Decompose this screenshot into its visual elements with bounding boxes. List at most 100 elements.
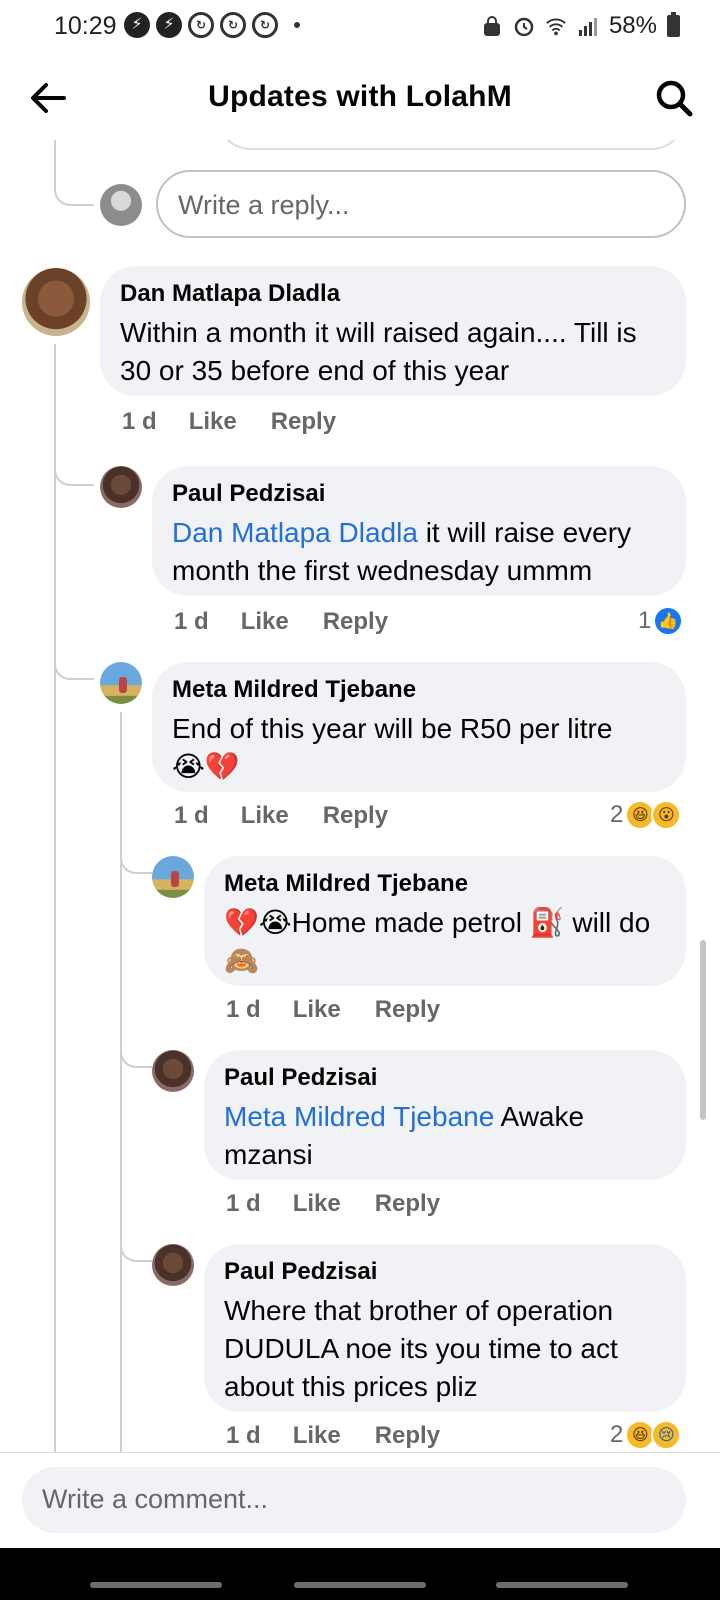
- comments-thread: Write a reply... Dan Matlapa Dladla With…: [0, 140, 720, 1480]
- system-icons: 58%: [481, 12, 680, 40]
- comment-text: Within a month it will raised again.... …: [120, 317, 637, 386]
- app-header: Updates with LolahM: [0, 56, 720, 140]
- comment-timestamp[interactable]: 1 d: [226, 1422, 261, 1450]
- system-nav-bar: [0, 1548, 720, 1600]
- comment-actions: 1 d Like Reply: [226, 1422, 474, 1450]
- fuel-pump-emoji: ⛽: [529, 907, 565, 938]
- thread-connector: [54, 640, 94, 680]
- comment-timestamp[interactable]: 1 d: [226, 1190, 261, 1218]
- comment-actions: 1 d Like Reply: [174, 802, 422, 830]
- comment-author[interactable]: Paul Pedzisai: [224, 1258, 666, 1286]
- reply-button[interactable]: Reply: [375, 1190, 440, 1218]
- comment-text: 💔😭Home made petrol ⛽ will do 🙈: [224, 904, 666, 980]
- reply-button[interactable]: Reply: [375, 1422, 440, 1450]
- like-button[interactable]: Like: [241, 802, 289, 830]
- comment-bubble[interactable]: Meta Mildred Tjebane 💔😭Home made petrol …: [204, 856, 686, 986]
- reaction-summary[interactable]: 1 👍: [638, 606, 684, 636]
- comment-text: End of this year will be R50 per litre 😭…: [172, 710, 666, 786]
- avatar: [100, 466, 142, 508]
- crying-emoji: 😭: [258, 907, 292, 938]
- comment-author[interactable]: Meta Mildred Tjebane: [172, 676, 666, 704]
- lock-icon: [483, 16, 500, 36]
- avatar: [22, 268, 90, 336]
- comment-timestamp[interactable]: 1 d: [174, 802, 209, 830]
- reply-button[interactable]: Reply: [375, 996, 440, 1024]
- comment-text: Meta Mildred Tjebane Awake mzansi: [224, 1098, 666, 1174]
- crying-emoji: 😭: [172, 751, 205, 782]
- signal-icon: [578, 18, 597, 36]
- comment-input[interactable]: Write a comment...: [22, 1467, 686, 1533]
- status-bar: 10:29 ⚡ ⚡ ↻ ↻ ↻ 58%: [0, 0, 720, 56]
- thread-connector: [54, 440, 94, 486]
- comment-bubble[interactable]: Paul Pedzisai Where that brother of oper…: [204, 1244, 686, 1412]
- broken-heart-emoji: 💔: [204, 751, 240, 782]
- nav-recents-button[interactable]: [90, 1582, 222, 1588]
- reply-button[interactable]: Reply: [323, 608, 388, 636]
- like-button[interactable]: Like: [293, 1422, 341, 1450]
- wow-reaction-icon: 😮: [651, 800, 682, 830]
- comment-actions: 1 d Like Reply: [226, 996, 474, 1024]
- thread-connector: [120, 840, 152, 874]
- avatar: [152, 1244, 194, 1286]
- like-button[interactable]: Like: [241, 608, 289, 636]
- messenger-icon: ⚡: [156, 12, 182, 38]
- sync-icon: ↻: [188, 12, 214, 38]
- mention-link[interactable]: Dan Matlapa Dladla: [172, 517, 418, 548]
- like-button[interactable]: Like: [189, 408, 237, 436]
- comment-body: Home made petrol: [291, 907, 530, 938]
- comment-actions: 1 d Like Reply: [174, 608, 422, 636]
- sync-icon: ↻: [252, 12, 278, 38]
- nav-back-button[interactable]: [496, 1582, 628, 1588]
- mention-link[interactable]: Meta Mildred Tjebane: [224, 1101, 494, 1132]
- reaction-count: 1: [638, 607, 652, 634]
- comment-actions: 1 d Like Reply: [226, 1190, 474, 1218]
- battery-percent: 58%: [608, 12, 657, 39]
- comment-body: End of this year will be R50 per litre: [172, 713, 613, 744]
- reply-button[interactable]: Reply: [323, 802, 388, 830]
- notification-icons: ⚡ ⚡ ↻ ↻ ↻: [124, 12, 300, 38]
- reaction-summary[interactable]: 2 😆 😢: [610, 1420, 682, 1450]
- thread-line: [54, 344, 56, 1480]
- comment-bar: Write a comment...: [0, 1452, 720, 1548]
- avatar: [100, 662, 142, 704]
- comment-author[interactable]: Meta Mildred Tjebane: [224, 870, 666, 898]
- comment-timestamp[interactable]: 1 d: [174, 608, 209, 636]
- search-button[interactable]: [652, 76, 696, 120]
- comment-timestamp[interactable]: 1 d: [226, 996, 261, 1024]
- reply-input[interactable]: Write a reply...: [156, 170, 686, 238]
- reply-button[interactable]: Reply: [271, 408, 336, 436]
- sync-icon: ↻: [220, 12, 246, 38]
- comment-author[interactable]: Dan Matlapa Dladla: [120, 280, 666, 308]
- comment-author[interactable]: Paul Pedzisai: [224, 1064, 666, 1092]
- comment-author[interactable]: Paul Pedzisai: [172, 480, 666, 508]
- more-notifications-dot: [294, 22, 300, 28]
- previous-comment-bubble: [216, 140, 686, 150]
- alarm-icon: [514, 17, 534, 37]
- reaction-summary[interactable]: 2 😆 😮: [610, 800, 682, 830]
- comment-timestamp[interactable]: 1 d: [122, 408, 157, 436]
- like-button[interactable]: Like: [293, 1190, 341, 1218]
- comment-text: Dan Matlapa Dladla it will raise every m…: [172, 514, 666, 590]
- comment-body: will do: [564, 907, 651, 938]
- thread-connector: [120, 1228, 152, 1262]
- reaction-count: 2: [610, 1421, 624, 1448]
- messenger-icon: ⚡: [124, 12, 150, 38]
- reaction-count: 2: [610, 801, 624, 828]
- battery-icon: [667, 12, 680, 37]
- sad-reaction-icon: 😢: [651, 1420, 682, 1450]
- wifi-icon: [546, 18, 566, 36]
- avatar: [100, 184, 142, 226]
- like-reaction-icon: 👍: [653, 606, 684, 636]
- status-time: 10:29: [54, 12, 117, 40]
- comment-bubble[interactable]: Paul Pedzisai Dan Matlapa Dladla it will…: [152, 466, 686, 596]
- thread-line: [120, 712, 122, 1480]
- like-button[interactable]: Like: [293, 996, 341, 1024]
- comment-text: Where that brother of operation DUDULA n…: [224, 1295, 618, 1402]
- scrollbar[interactable]: [700, 940, 706, 1120]
- comment-bubble[interactable]: Meta Mildred Tjebane End of this year wi…: [152, 662, 686, 792]
- nav-home-button[interactable]: [294, 1582, 426, 1588]
- avatar: [152, 856, 194, 898]
- comment-bubble[interactable]: Paul Pedzisai Meta Mildred Tjebane Awake…: [204, 1050, 686, 1180]
- page-title: Updates with LolahM: [208, 80, 512, 113]
- comment-bubble[interactable]: Dan Matlapa Dladla Within a month it wil…: [100, 266, 686, 396]
